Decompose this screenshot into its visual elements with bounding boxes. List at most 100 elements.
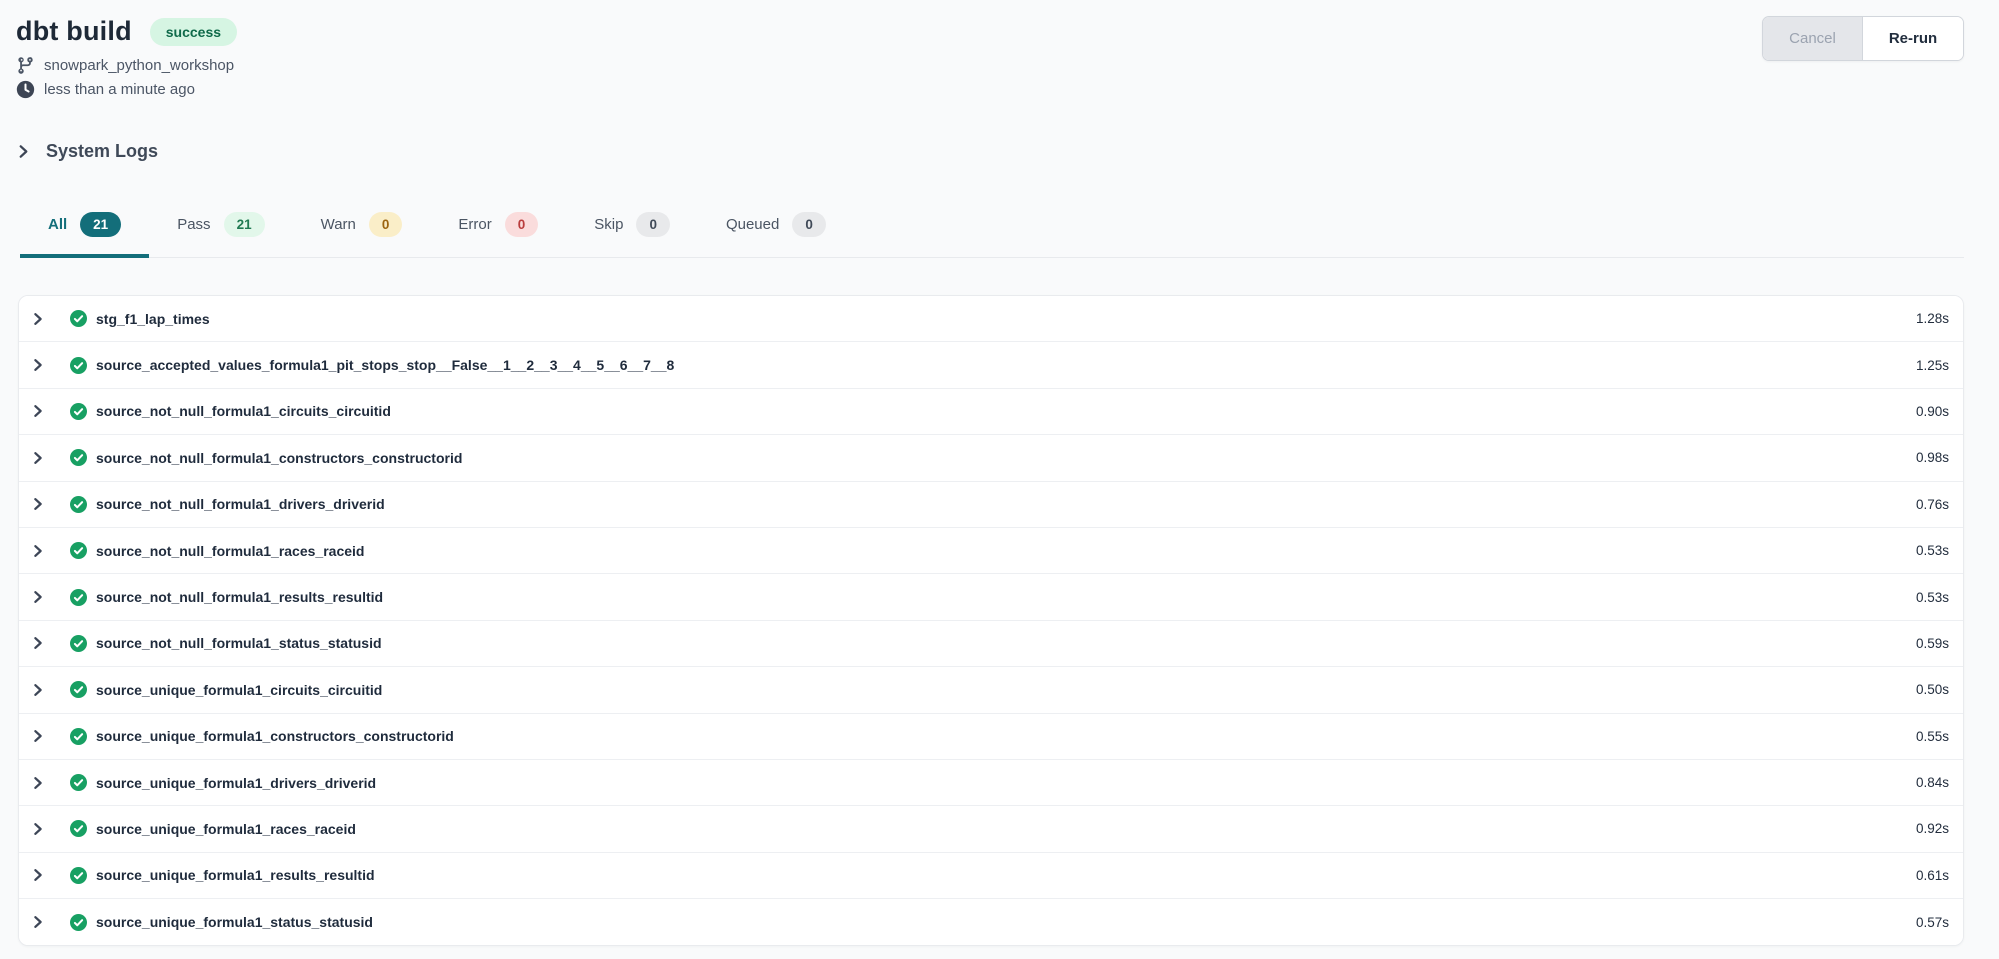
result-row[interactable]: source_not_null_formula1_races_raceid 0.… [19, 528, 1963, 574]
result-name: source_not_null_formula1_results_resulti… [96, 589, 383, 605]
result-name: stg_f1_lap_times [96, 311, 210, 327]
result-row[interactable]: source_not_null_formula1_drivers_driveri… [19, 482, 1963, 528]
tab-label: Error [458, 216, 491, 233]
tab-count-badge: 0 [792, 212, 826, 237]
check-circle-icon [70, 635, 87, 652]
system-logs-toggle[interactable]: System Logs [16, 141, 158, 162]
check-circle-icon [70, 728, 87, 745]
tab-label: Pass [177, 216, 210, 233]
chevron-right-icon[interactable] [31, 544, 45, 558]
result-duration: 1.28s [1916, 311, 1949, 326]
result-row[interactable]: source_not_null_formula1_status_statusid… [19, 621, 1963, 667]
result-row[interactable]: source_not_null_formula1_results_resulti… [19, 574, 1963, 620]
result-duration: 0.61s [1916, 868, 1949, 883]
check-circle-icon [70, 542, 87, 559]
clock-icon [16, 80, 35, 99]
tab-count-badge: 0 [505, 212, 539, 237]
run-detail-page: dbt build success snowpark_python_worksh… [0, 0, 1999, 946]
tab-count-badge: 0 [369, 212, 403, 237]
status-badge: success [150, 18, 237, 46]
result-duration: 0.53s [1916, 590, 1949, 605]
tab-warn[interactable]: Warn 0 [293, 202, 431, 258]
tab-count-badge: 21 [80, 212, 121, 237]
run-actions: Cancel Re-run [1762, 16, 1964, 61]
chevron-right-icon[interactable] [31, 451, 45, 465]
tab-label: All [48, 216, 67, 233]
chevron-right-icon[interactable] [31, 358, 45, 372]
branch-row: snowpark_python_workshop [16, 56, 1964, 75]
cancel-button[interactable]: Cancel [1763, 17, 1863, 60]
result-name: source_unique_formula1_races_raceid [96, 821, 356, 837]
result-duration: 0.50s [1916, 682, 1949, 697]
chevron-right-icon[interactable] [31, 312, 45, 326]
chevron-right-icon[interactable] [31, 822, 45, 836]
result-row[interactable]: source_accepted_values_formula1_pit_stop… [19, 342, 1963, 388]
result-name: source_unique_formula1_drivers_driverid [96, 775, 376, 791]
chevron-right-icon[interactable] [31, 636, 45, 650]
status-tabs: All 21 Pass 21 Warn 0 Error 0 Skip 0 Que… [20, 202, 1964, 258]
check-circle-icon [70, 449, 87, 466]
result-duration: 0.90s [1916, 404, 1949, 419]
result-name: source_accepted_values_formula1_pit_stop… [96, 357, 674, 373]
check-circle-icon [70, 496, 87, 513]
result-name: source_not_null_formula1_status_statusid [96, 635, 382, 651]
result-row[interactable]: source_unique_formula1_results_resultid … [19, 853, 1963, 899]
chevron-right-icon[interactable] [31, 497, 45, 511]
result-duration: 0.98s [1916, 450, 1949, 465]
tab-all[interactable]: All 21 [20, 202, 149, 258]
chevron-right-icon[interactable] [31, 404, 45, 418]
check-circle-icon [70, 403, 87, 420]
time-ago-label: less than a minute ago [44, 81, 195, 98]
chevron-right-icon[interactable] [31, 683, 45, 697]
result-name: source_not_null_formula1_drivers_driveri… [96, 496, 385, 512]
check-circle-icon [70, 310, 87, 327]
result-row[interactable]: source_unique_formula1_status_statusid 0… [19, 899, 1963, 945]
chevron-right-icon[interactable] [31, 590, 45, 604]
result-row[interactable]: source_unique_formula1_races_raceid 0.92… [19, 806, 1963, 852]
result-row[interactable]: source_unique_formula1_constructors_cons… [19, 714, 1963, 760]
tab-count-badge: 0 [636, 212, 670, 237]
result-name: source_unique_formula1_results_resultid [96, 867, 375, 883]
result-duration: 0.55s [1916, 729, 1949, 744]
results-list: stg_f1_lap_times 1.28s source_accepted_v… [18, 295, 1964, 946]
rerun-button[interactable]: Re-run [1863, 17, 1963, 60]
tab-count-badge: 21 [224, 212, 265, 237]
result-duration: 0.92s [1916, 821, 1949, 836]
result-name: source_unique_formula1_circuits_circuiti… [96, 682, 382, 698]
branch-label: snowpark_python_workshop [44, 57, 234, 74]
result-row[interactable]: source_unique_formula1_circuits_circuiti… [19, 667, 1963, 713]
tab-label: Queued [726, 216, 779, 233]
result-row[interactable]: source_unique_formula1_drivers_driverid … [19, 760, 1963, 806]
result-duration: 0.57s [1916, 915, 1949, 930]
chevron-right-icon[interactable] [31, 915, 45, 929]
result-duration: 0.53s [1916, 543, 1949, 558]
page-title: dbt build [16, 16, 132, 47]
check-circle-icon [70, 914, 87, 931]
result-row[interactable]: stg_f1_lap_times 1.28s [19, 296, 1963, 342]
tab-label: Skip [594, 216, 623, 233]
time-row: less than a minute ago [16, 80, 1964, 99]
tab-pass[interactable]: Pass 21 [149, 202, 292, 258]
result-row[interactable]: source_not_null_formula1_constructors_co… [19, 435, 1963, 481]
chevron-right-icon[interactable] [31, 729, 45, 743]
chevron-right-icon [16, 144, 31, 159]
check-circle-icon [70, 820, 87, 837]
check-circle-icon [70, 357, 87, 374]
result-row[interactable]: source_not_null_formula1_circuits_circui… [19, 389, 1963, 435]
check-circle-icon [70, 774, 87, 791]
result-duration: 0.84s [1916, 775, 1949, 790]
tab-error[interactable]: Error 0 [430, 202, 566, 258]
check-circle-icon [70, 589, 87, 606]
tab-skip[interactable]: Skip 0 [566, 202, 698, 258]
tab-label: Warn [321, 216, 356, 233]
result-name: source_unique_formula1_status_statusid [96, 914, 373, 930]
result-duration: 1.25s [1916, 358, 1949, 373]
git-branch-icon [16, 56, 35, 75]
chevron-right-icon[interactable] [31, 868, 45, 882]
result-duration: 0.59s [1916, 636, 1949, 651]
result-name: source_not_null_formula1_circuits_circui… [96, 403, 391, 419]
chevron-right-icon[interactable] [31, 776, 45, 790]
tab-queued[interactable]: Queued 0 [698, 202, 854, 258]
system-logs-label: System Logs [46, 141, 158, 162]
check-circle-icon [70, 681, 87, 698]
